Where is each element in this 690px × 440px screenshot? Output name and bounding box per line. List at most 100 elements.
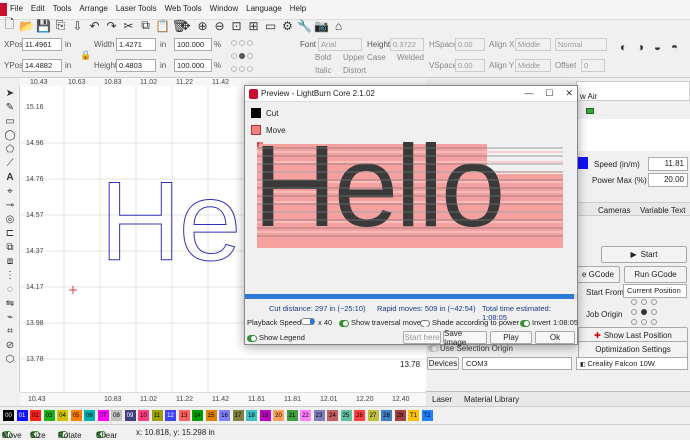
- save-icon[interactable]: 💾: [36, 18, 51, 33]
- canvas-text-object[interactable]: He: [99, 165, 241, 278]
- layer-swatch[interactable]: 07: [97, 410, 109, 421]
- menu-tools[interactable]: Tools: [49, 4, 76, 13]
- style-select[interactable]: Normal: [555, 38, 607, 51]
- layer-swatch[interactable]: 17: [232, 410, 244, 421]
- offset-field[interactable]: 0: [581, 59, 605, 72]
- tab-material-library[interactable]: Material Library: [464, 395, 519, 404]
- offset-icon[interactable]: ◎: [0, 212, 20, 226]
- layer-swatch[interactable]: 06: [84, 410, 95, 421]
- start-button[interactable]: ▶ Start: [601, 246, 687, 263]
- redo-icon[interactable]: ↷: [104, 18, 119, 33]
- layer-swatch[interactable]: 23: [313, 410, 325, 421]
- start-from-select[interactable]: Current Position: [623, 284, 687, 298]
- frame-icon[interactable]: ▭: [263, 18, 278, 33]
- layer-swatch[interactable]: 10: [138, 410, 149, 421]
- play-button[interactable]: Play: [490, 331, 532, 344]
- align-x-select[interactable]: Middle: [515, 38, 551, 51]
- group-icon[interactable]: ⧉: [0, 240, 20, 254]
- show-traversal-checkbox[interactable]: Show traversal moves: [339, 318, 425, 327]
- width-field[interactable]: 1.4271: [116, 38, 156, 51]
- layer-swatch[interactable]: 29: [394, 410, 406, 421]
- close-icon[interactable]: ✕: [565, 88, 573, 99]
- cut-icon[interactable]: ✂: [121, 18, 136, 33]
- max-power-field[interactable]: 20.00: [648, 173, 688, 187]
- anchor-grid-icon[interactable]: [230, 39, 254, 73]
- layer-swatch[interactable]: 27: [367, 410, 379, 421]
- text-tool-icon[interactable]: A: [0, 170, 20, 184]
- close-path-icon[interactable]: ⬡: [0, 352, 20, 366]
- weld-icon[interactable]: ◐: [616, 39, 631, 54]
- layer-swatch[interactable]: 11: [151, 410, 163, 421]
- menu-help[interactable]: Help: [286, 4, 310, 13]
- home-icon[interactable]: ⌂: [331, 18, 346, 33]
- export-icon[interactable]: ⇩: [70, 18, 85, 33]
- scale-height-field[interactable]: 100.000: [174, 59, 212, 72]
- invert-checkbox[interactable]: Invert: [520, 318, 551, 327]
- menu-edit[interactable]: Edit: [27, 4, 49, 13]
- start-here-button[interactable]: Start here: [403, 331, 441, 344]
- text-height-field[interactable]: 0.3722: [390, 38, 424, 51]
- optimization-settings-button[interactable]: Optimization Settings: [578, 341, 688, 358]
- layer-swatch[interactable]: 09: [124, 410, 136, 421]
- zoom-fit-icon[interactable]: ⊡: [229, 18, 244, 33]
- tab-icon[interactable]: ⊏: [0, 226, 20, 240]
- paste-icon[interactable]: 📋: [155, 18, 170, 33]
- layer-swatch[interactable]: 25: [340, 410, 352, 421]
- menu-laser-tools[interactable]: Laser Tools: [112, 4, 161, 13]
- subtract-icon[interactable]: ◒: [650, 39, 665, 54]
- vspace-field[interactable]: 0.00: [455, 59, 485, 72]
- intersect-icon[interactable]: ◓: [667, 39, 682, 54]
- circular-array-icon[interactable]: ◌: [0, 282, 20, 296]
- layer-swatch[interactable]: 24: [327, 410, 338, 421]
- playback-speed-slider[interactable]: [301, 318, 315, 325]
- save-image-button[interactable]: Save Image: [443, 329, 487, 347]
- edit-nodes-icon[interactable]: ✎: [0, 100, 20, 114]
- tab-laser[interactable]: Laser: [432, 395, 452, 404]
- line-icon[interactable]: ⟋: [0, 156, 20, 170]
- layer-swatch[interactable]: 03: [43, 410, 55, 421]
- show-legend-checkbox[interactable]: Show Legend: [247, 333, 305, 342]
- break-apart-icon[interactable]: ⊘: [0, 338, 20, 352]
- new-file-icon[interactable]: 🗋: [2, 17, 17, 33]
- layer-swatch[interactable]: 04: [57, 410, 68, 421]
- xpos-field[interactable]: 11.4961: [22, 38, 62, 51]
- layer-swatch[interactable]: 20: [273, 410, 284, 421]
- preview-render-area[interactable]: Hello: [257, 142, 563, 248]
- polygon-icon[interactable]: ⬠: [0, 142, 20, 156]
- layer-swatch[interactable]: 13: [178, 410, 190, 421]
- layer-swatch[interactable]: 00: [3, 410, 14, 421]
- menu-window[interactable]: Window: [206, 4, 242, 13]
- zoom-page-icon[interactable]: ⊞: [246, 18, 261, 33]
- layer-swatch[interactable]: 21: [286, 410, 298, 421]
- mirror-icon[interactable]: ⇋: [0, 296, 20, 310]
- font-select[interactable]: Arial: [318, 38, 362, 51]
- upper-case-checkbox[interactable]: Upper Case: [343, 53, 386, 62]
- bold-checkbox[interactable]: Bold: [315, 53, 331, 62]
- wrench-icon[interactable]: 🔧: [297, 18, 312, 33]
- union-icon[interactable]: ◑: [633, 39, 648, 54]
- layer-swatch[interactable]: 18: [246, 410, 257, 421]
- crop-icon[interactable]: ⌗: [0, 324, 20, 338]
- open-folder-icon[interactable]: 📂: [19, 18, 34, 33]
- speed-field[interactable]: 11.81: [648, 157, 688, 171]
- ypos-field[interactable]: 14.4882: [22, 59, 62, 72]
- menu-web-tools[interactable]: Web Tools: [161, 4, 206, 13]
- tab-cameras[interactable]: Cameras: [598, 206, 630, 215]
- camera-icon[interactable]: 📷: [314, 18, 329, 33]
- rectangle-icon[interactable]: ▭: [0, 114, 20, 128]
- pan-icon[interactable]: ✥: [178, 18, 193, 33]
- devices-button[interactable]: Devices: [427, 357, 459, 370]
- ungroup-icon[interactable]: ⧈: [0, 254, 20, 268]
- align-y-select[interactable]: Middle: [515, 59, 551, 72]
- layer-swatch[interactable]: 01: [16, 410, 28, 421]
- preview-progress-track[interactable]: [245, 294, 577, 299]
- layer-swatch[interactable]: 28: [381, 410, 392, 421]
- layer-swatch[interactable]: 16: [219, 410, 230, 421]
- select-arrow-icon[interactable]: ➤: [0, 86, 20, 100]
- layer-swatch[interactable]: T1: [408, 410, 419, 421]
- ellipse-icon[interactable]: ◯: [0, 128, 20, 142]
- welded-checkbox[interactable]: Welded: [397, 53, 424, 62]
- layer-swatch[interactable]: 02: [30, 410, 41, 421]
- minimize-icon[interactable]: —: [524, 88, 533, 99]
- tab-variable-text[interactable]: Variable Text: [640, 206, 686, 215]
